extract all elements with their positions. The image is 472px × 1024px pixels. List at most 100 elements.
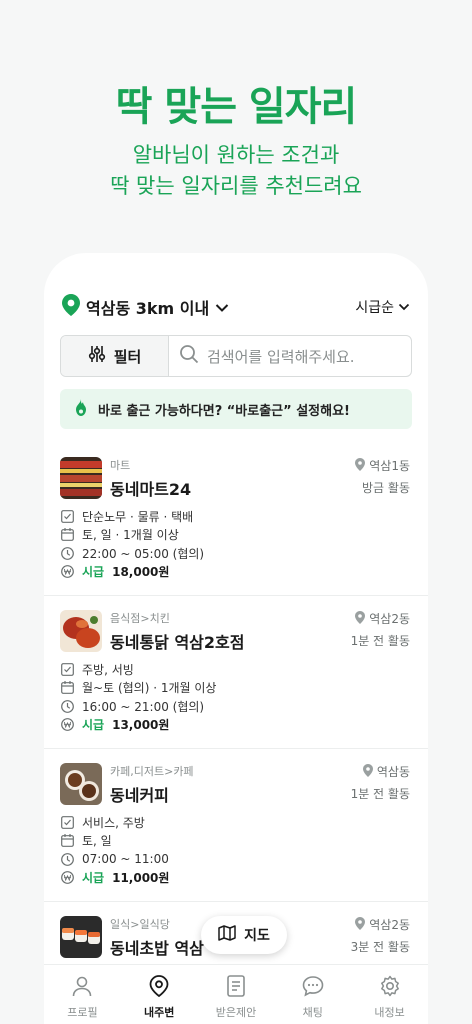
person-icon (71, 975, 93, 1000)
job-category: 카페,디저트>카페 (110, 765, 194, 778)
calendar-icon (60, 834, 74, 848)
job-last-active: 방금 활동 (362, 481, 410, 495)
sort-label: 시급순 (355, 300, 394, 316)
filter-label: 필터 (113, 347, 142, 366)
job-hours-text: 16:00 ~ 21:00 (협의) (82, 699, 205, 714)
location-selector[interactable]: 역삼동 3km 이내 (62, 294, 229, 320)
job-last-active: 1분 전 활동 (350, 787, 410, 801)
job-area-label: 역삼동 (376, 765, 410, 779)
job-work-type-text: 서비스, 주방 (82, 815, 145, 830)
flame-icon (74, 398, 88, 420)
search-row: 필터 검색어를 입력해주세요. (60, 335, 412, 377)
phone-screen: 역삼동 3km 이내 시급순 필터 검색어를 입력해주세요. 바로 출근 가능하… (44, 253, 428, 1024)
map-view-button[interactable]: 지도 (201, 916, 287, 954)
tab-label: 채팅 (302, 1006, 323, 1019)
checklist-icon (60, 815, 74, 829)
job-title: 동네마트24 (110, 480, 192, 499)
tab-profile[interactable]: 프로필 (44, 965, 121, 1024)
checklist-icon (60, 662, 74, 676)
job-card[interactable]: 카페,디저트>카페 동네커피 역삼동 1분 전 활동 서비스, 주방 토, 일 … (44, 749, 428, 902)
job-thumbnail-sushi (60, 916, 102, 958)
hero-title: 딱 맞는 일자리 (115, 84, 358, 130)
job-hours: 22:00 ~ 05:00 (협의) (60, 544, 204, 563)
job-wage-label: 시급 (82, 871, 105, 886)
tab-nearby[interactable]: 내주변 (121, 965, 198, 1024)
job-last-active: 1분 전 활동 (350, 634, 410, 648)
location-pin-icon (62, 294, 80, 320)
tab-offers[interactable]: 받은제안 (198, 965, 275, 1024)
job-days: 월~토 (협의) · 1개월 이상 (60, 679, 216, 698)
clock-icon (60, 699, 74, 713)
location-pin-icon (355, 610, 366, 627)
chevron-down-icon (215, 298, 229, 317)
job-category: 마트 (110, 459, 131, 472)
search-input[interactable]: 검색어를 입력해주세요. (169, 336, 411, 376)
job-wage-label: 시급 (82, 565, 105, 580)
job-wage-value: 18,000원 (112, 565, 170, 580)
tab-chat[interactable]: 채팅 (274, 965, 351, 1024)
clock-icon (60, 852, 74, 866)
location-pin-icon (355, 457, 366, 474)
job-wage-value: 11,000원 (112, 871, 170, 886)
job-title: 동네초밥 역삼 (110, 939, 204, 958)
document-icon (226, 975, 246, 1000)
search-placeholder: 검색어를 입력해주세요. (207, 347, 355, 366)
job-title: 동네통닭 역삼2호점 (110, 633, 245, 652)
bottom-tab-bar: 프로필 내주변 받은제안 채팅 내정보 (44, 964, 428, 1024)
job-details: 단순노무 · 물류 · 택배 토, 일 · 1개월 이상 22:00 ~ 05:… (60, 507, 204, 581)
tab-my-info[interactable]: 내정보 (351, 965, 428, 1024)
tab-label: 내정보 (374, 1006, 405, 1019)
job-card[interactable]: 마트 동네마트24 역삼1동 방금 활동 단순노무 · 물류 · 택배 토, 일… (44, 443, 428, 596)
job-wage: 시급 13,000원 (60, 716, 216, 735)
job-thumbnail-coffee (60, 763, 102, 805)
job-title: 동네커피 (110, 786, 169, 805)
won-coin-icon (60, 871, 74, 885)
job-work-type-text: 주방, 서빙 (82, 662, 134, 677)
job-thumbnail-mart (60, 457, 102, 499)
job-days-text: 토, 일 · 1개월 이상 (82, 528, 179, 543)
job-area-label: 역삼2동 (369, 612, 410, 626)
chat-icon (302, 975, 324, 1000)
chevron-down-icon (398, 299, 410, 315)
location-pin-icon (355, 916, 366, 933)
job-work-type: 단순노무 · 물류 · 택배 (60, 507, 204, 526)
job-area: 역삼2동 (355, 916, 410, 933)
hero-subtitle-line1: 알바님이 원하는 조건과 (132, 143, 340, 167)
job-area-label: 역삼2동 (369, 918, 410, 932)
job-hours-text: 22:00 ~ 05:00 (협의) (82, 546, 205, 561)
location-label: 역삼동 3km 이내 (86, 299, 210, 318)
tab-label: 내주변 (144, 1006, 175, 1019)
job-wage-label: 시급 (82, 718, 105, 733)
job-last-active: 3분 전 활동 (350, 940, 410, 954)
sort-dropdown[interactable]: 시급순 (355, 297, 410, 317)
job-days-text: 월~토 (협의) · 1개월 이상 (82, 681, 217, 696)
job-category: 일식>일식당 (110, 918, 170, 931)
calendar-icon (60, 528, 74, 542)
job-days: 토, 일 (60, 832, 169, 851)
map-icon (218, 925, 236, 945)
location-pin-icon (149, 975, 169, 1000)
job-wage: 시급 18,000원 (60, 563, 204, 582)
job-work-type: 서비스, 주방 (60, 813, 169, 832)
map-view-label: 지도 (244, 928, 270, 944)
won-coin-icon (60, 718, 74, 732)
location-pin-icon (362, 763, 373, 780)
job-hours: 16:00 ~ 21:00 (협의) (60, 697, 216, 716)
job-area: 역삼2동 (355, 610, 410, 627)
job-area: 역삼1동 (355, 457, 410, 474)
search-icon (179, 344, 199, 368)
instant-work-text: 바로 출근 가능하다면? “바로출근” 설정해요! (98, 403, 350, 419)
instant-work-banner[interactable]: 바로 출근 가능하다면? “바로출근” 설정해요! (60, 389, 412, 429)
hero-subtitle: 알바님이 원하는 조건과 딱 맞는 일자리를 추천드려요 (0, 140, 472, 202)
job-details: 서비스, 주방 토, 일 07:00 ~ 11:00 시급 11,000원 (60, 813, 169, 887)
filter-button[interactable]: 필터 (61, 336, 169, 376)
job-work-type: 주방, 서빙 (60, 660, 216, 679)
job-card[interactable]: 음식점>치킨 동네통닭 역삼2호점 역삼2동 1분 전 활동 주방, 서빙 월~… (44, 596, 428, 749)
job-work-type-text: 단순노무 · 물류 · 택배 (82, 509, 194, 524)
calendar-icon (60, 681, 74, 695)
won-coin-icon (60, 565, 74, 579)
gear-icon (379, 975, 401, 1000)
tab-label: 프로필 (67, 1006, 98, 1019)
job-area-label: 역삼1동 (369, 459, 410, 473)
hero-subtitle-line2: 딱 맞는 일자리를 추천드려요 (110, 174, 362, 198)
